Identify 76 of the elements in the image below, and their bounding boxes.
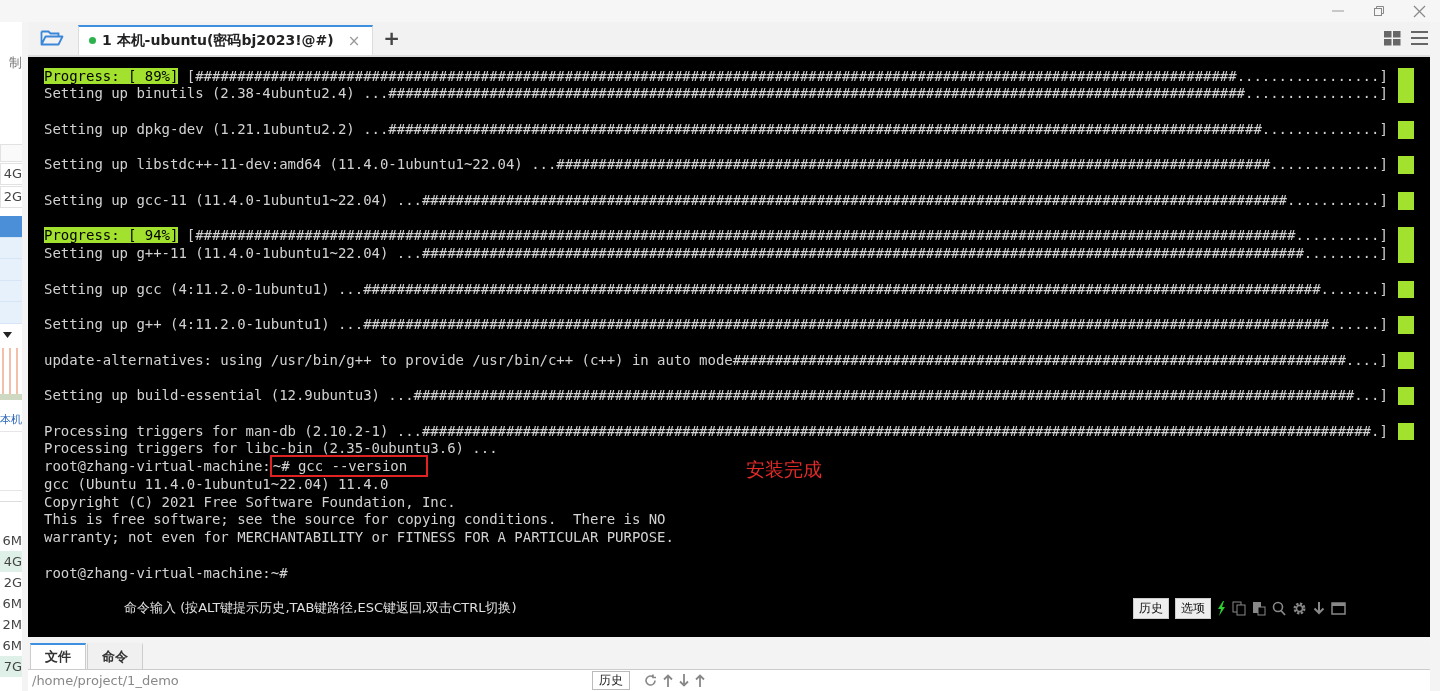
progress-marker [1398, 422, 1414, 441]
memory-value: 4G [0, 163, 22, 185]
progress-marker [1398, 191, 1414, 210]
path-field[interactable]: /home/project/1_demo [32, 673, 592, 688]
folder-icon[interactable] [40, 29, 64, 48]
toolbar-button[interactable]: 选项 [1175, 597, 1211, 619]
terminal-line: Setting up build-essential (12.9ubuntu3) ...################################################################################################################...] [44, 387, 1388, 404]
disk-size: 6M [1, 637, 22, 655]
terminal-line: Copyright (C) 2021 Free Software Foundation, Inc. [44, 493, 456, 510]
disk-size: 4G [0, 551, 22, 572]
add-tab-button[interactable]: + [381, 26, 403, 51]
copy-icon[interactable] [1232, 600, 1246, 616]
dropdown-icon[interactable] [3, 332, 12, 338]
progress-marker [1398, 280, 1414, 299]
sidebar-field[interactable] [0, 144, 22, 162]
shell-prompt: root@zhang-virtual-machine: [44, 458, 271, 475]
progress-marker [1398, 351, 1414, 370]
progress-marker [1398, 245, 1414, 263]
progress-marker [1398, 227, 1414, 246]
history-button[interactable]: 历史 [592, 671, 630, 690]
terminal-line: Setting up binutils (2.38-4ubuntu2.4) ...######################################################################################################................] [44, 85, 1388, 102]
progress-marker [1398, 120, 1414, 139]
lightning-icon[interactable] [1217, 600, 1226, 616]
download-icon[interactable] [1313, 600, 1325, 616]
up-arrow-icon[interactable] [663, 674, 673, 687]
terminal-line: Processing triggers for libc-bin (2.35-0ubuntu3.6) ... [44, 440, 498, 457]
command-input-hint: 命令输入 (按ALT键提示历史,TAB键路径,ESC键返回,双击CTRL切换) [124, 599, 517, 617]
disk-size: 2M [1, 616, 22, 634]
terminal-line: warranty; not even for MERCHANTABILITY or FITNESS FOR A PARTICULAR PURPOSE. [44, 529, 674, 546]
progress-label: Progress: [ 89%] [44, 67, 179, 84]
progress-marker [1398, 67, 1414, 86]
progress-label: Progress: [ 94%] [44, 227, 179, 244]
terminal-line: Setting up g++-11 (11.4.0-1ubuntu1~22.04) ...#########################################################################################################.........] [44, 245, 1388, 262]
menu-icon[interactable] [1411, 30, 1428, 45]
toolbar-button[interactable]: 历史 [1133, 597, 1169, 619]
upload-icon[interactable] [695, 674, 705, 687]
annotation-text: 安装完成 [746, 456, 822, 482]
close-icon[interactable] [1413, 4, 1426, 18]
progress-marker [1398, 156, 1414, 175]
session-tab[interactable]: 1 本机-ubuntu(密码bj2023!@#) × [78, 24, 374, 55]
terminal-line: Setting up g++ (4:11.2.0-1ubuntu1) ...###################################################################################################################......] [44, 316, 1388, 333]
memory-value: 2G [0, 186, 22, 208]
disk-size: 6M [1, 532, 22, 550]
progress-marker [1398, 316, 1414, 334]
progress-bar-text: [###################################################################################################################################..........] [185, 227, 1388, 244]
terminal-line: Processing triggers for man-db (2.10.2-1) ...#################################################################################################################.] [44, 422, 1388, 439]
terminal-line: gcc (Ubuntu 11.4.0-1ubuntu1~22.04) 11.4.0 [44, 475, 389, 492]
download-icon[interactable] [679, 674, 689, 687]
highlighted-command: ~# gcc --version [272, 458, 426, 475]
grid-icon[interactable] [1384, 30, 1401, 46]
shell-command: ~# [270, 564, 288, 581]
disk-size: 2G [2, 574, 22, 592]
window-icon[interactable] [1331, 601, 1346, 615]
process-list[interactable] [0, 216, 22, 324]
sidebar-label: 制 [8, 54, 22, 72]
host-label: 本机 [0, 412, 22, 427]
terminal-line: Setting up gcc (4:11.2.0-1ubuntu1) ...##################################################################################################################.......] [44, 280, 1388, 297]
terminal-line: update-alternatives: using /usr/bin/g++ to provide /usr/bin/c++ (c++) in auto mode#########################################################################....] [44, 351, 1388, 368]
panel-tab[interactable]: 命令 [87, 643, 143, 669]
shell-prompt: root@zhang-virtual-machine: [44, 564, 271, 581]
restore-icon[interactable] [1373, 5, 1385, 17]
terminal-line: This is free software; see the source for copying conditions. There is NO [44, 511, 666, 528]
progress-marker [1398, 387, 1414, 405]
progress-bar-text: [############################################################################################################################.................] [185, 67, 1388, 84]
progress-marker [1398, 85, 1414, 104]
terminal-line: Setting up libstdc++-11-dev:amd64 (11.4.0-1ubuntu1~22.04) ...#####################################################################################.............] [44, 156, 1388, 173]
tab-label: 1 本机-ubuntu(密码bj2023!@#) [102, 31, 334, 50]
terminal-line: Setting up dpkg-dev (1.21.1ubuntu2.2) ...########################################################################################################..............] [44, 120, 1388, 137]
disk-size: 6M [1, 595, 22, 613]
disk-size: 7G [0, 656, 22, 677]
paste-icon[interactable] [1252, 600, 1266, 616]
search-icon[interactable] [1272, 600, 1286, 616]
settings-icon[interactable] [1292, 600, 1307, 616]
panel-tab[interactable]: 文件 [30, 643, 86, 669]
refresh-icon[interactable] [644, 674, 657, 687]
terminal-line: Setting up gcc-11 (11.4.0-1ubuntu1~22.04) ...#######################################################################################################...........] [44, 191, 1388, 208]
